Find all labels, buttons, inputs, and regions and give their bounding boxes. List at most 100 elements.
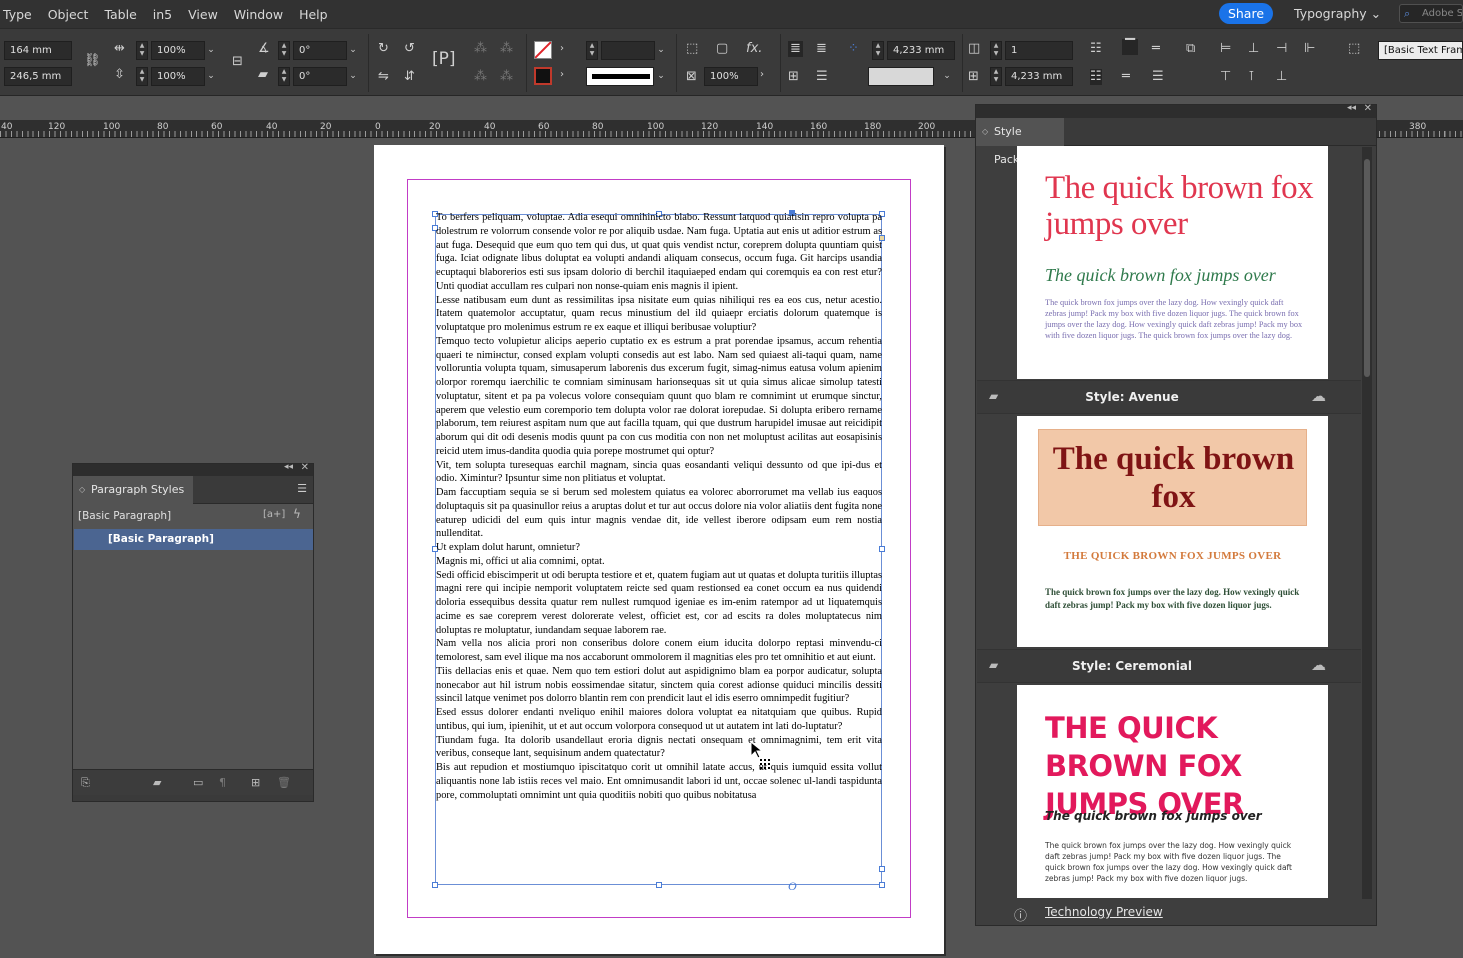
inset-field[interactable]: 4,233 mm (1005, 67, 1073, 86)
flip-horizontal-icon[interactable]: ⇋ (378, 69, 389, 85)
document-page[interactable]: To berfers peliquam, voluptae. Adia eseq… (374, 145, 944, 954)
trash-icon[interactable]: 🗑 (277, 775, 291, 791)
new-style-icon[interactable]: ⊞ (251, 775, 260, 791)
chevron-right-icon[interactable]: › (560, 41, 564, 57)
menu-view[interactable]: View (180, 7, 226, 22)
align-center-text-icon[interactable]: ≣ (816, 41, 827, 57)
scale-x-stepper[interactable]: ▲ ▼ (136, 41, 148, 60)
align-center-frame-icon[interactable]: ═ (1152, 41, 1160, 57)
align-bottom-frame-icon[interactable]: ═ (1122, 69, 1130, 85)
stroke-swatch[interactable] (534, 67, 552, 85)
rotate-field[interactable]: 0° (293, 41, 347, 60)
select-next-icon[interactable]: ⁂ (500, 69, 513, 85)
panel-title-bar[interactable]: ◂◂ ✕ (976, 103, 1376, 118)
stroke-weight-field[interactable] (601, 41, 655, 60)
tab-paragraph-styles[interactable]: ◇ Paragraph Styles (73, 476, 193, 504)
corner-shape-icon[interactable]: ▢ (716, 41, 728, 57)
text-frame-p-icon[interactable]: [P] (432, 51, 456, 68)
swatch-field[interactable] (868, 67, 934, 86)
gutter-field[interactable]: 4,233 mm (887, 41, 955, 60)
align-vertical-centers-icon[interactable]: ⊺ (1248, 69, 1255, 85)
scale-y-field[interactable]: 100% (151, 67, 205, 86)
clear-overrides-icon[interactable]: ¶ (219, 775, 226, 791)
chevron-down-icon[interactable]: ⌄ (204, 41, 218, 60)
scrollbar[interactable] (1362, 147, 1372, 899)
style-pack-preview-avenue[interactable]: The quick brown fox jumps over The quick… (1017, 146, 1328, 379)
select-previous-icon[interactable]: ⁂ (474, 69, 487, 85)
chevron-down-icon[interactable]: ⌄ (346, 41, 360, 60)
menu-object[interactable]: Object (40, 7, 97, 22)
overset-marker[interactable]: O (788, 879, 797, 894)
effects-fx-icon[interactable]: fx. (746, 41, 762, 57)
chevron-right-icon[interactable]: › (560, 67, 564, 83)
align-top-text-icon[interactable]: ≣ (788, 41, 803, 57)
stroke-weight-stepper[interactable]: ▲ ▼ (586, 41, 598, 60)
workspace-switcher[interactable]: Typography ⌄ (1294, 6, 1381, 21)
menu-in5[interactable]: in5 (145, 7, 180, 22)
style-list-item[interactable]: [Basic Paragraph] (74, 529, 313, 550)
collapse-icon[interactable]: ◂◂ (284, 462, 293, 472)
rotate-cw-icon[interactable]: ↻ (378, 41, 389, 57)
menu-help[interactable]: Help (291, 7, 336, 22)
flip-vertical-icon[interactable]: ⇵ (404, 69, 415, 85)
align-top-edges-icon[interactable]: ⊤ (1220, 69, 1231, 85)
chevron-down-icon[interactable]: ⌄ (940, 67, 954, 86)
object-style-field[interactable]: [Basic Text Frame] (1378, 41, 1463, 60)
chevron-right-icon[interactable]: › (760, 67, 764, 83)
menu-table[interactable]: Table (96, 7, 144, 22)
shear-field[interactable]: 0° (293, 67, 347, 86)
gutter-stepper[interactable]: ▲ ▼ (872, 41, 884, 60)
scale-y-stepper[interactable]: ▲ ▼ (136, 67, 148, 86)
chevron-down-icon[interactable]: ⌄ (346, 67, 360, 86)
frame-handle[interactable] (879, 866, 885, 872)
rotate-stepper[interactable]: ▲ ▼ (278, 41, 290, 60)
select-content-icon[interactable]: ⁂ (500, 41, 513, 57)
lightning-icon[interactable]: ϟ (293, 507, 301, 521)
opacity-field[interactable]: 100% (704, 67, 758, 86)
distribute-icon[interactable]: ⊩ (1304, 41, 1315, 57)
constrain-link-icon[interactable]: ⛓ (84, 53, 101, 69)
folder-icon[interactable]: ▭ (193, 775, 203, 791)
text-wrap-icon[interactable]: ⊞ (788, 69, 799, 85)
justify-frame-icon[interactable]: ☰ (1152, 69, 1164, 85)
menu-type[interactable]: Type (0, 7, 40, 22)
rotate-ccw-icon[interactable]: ↺ (404, 41, 415, 57)
align-right-edges-icon[interactable]: ⊣ (1276, 41, 1287, 57)
select-container-icon[interactable]: ⁂ (474, 41, 487, 57)
constrain-scale-icon[interactable]: ⊟ (232, 54, 243, 70)
new-style-group-icon[interactable]: [a+] (263, 509, 285, 520)
inset-stepper[interactable]: ▲ ▼ (990, 67, 1002, 86)
panel-menu-icon[interactable]: ☰ (297, 482, 307, 495)
body-text[interactable]: To berfers peliquam, voluptae. Adia eseq… (436, 211, 882, 802)
scrollbar-thumb[interactable] (1364, 159, 1370, 377)
resize-grip[interactable] (73, 795, 313, 801)
frame-handle[interactable] (432, 882, 438, 888)
close-icon[interactable]: ✕ (301, 462, 309, 473)
menu-window[interactable]: Window (226, 7, 291, 22)
search-input[interactable]: ⌕ Adobe S (1399, 4, 1463, 23)
load-styles-icon[interactable]: ⎘ (81, 775, 90, 791)
stroke-type-field[interactable] (586, 67, 654, 86)
style-pack-preview-ceremonial[interactable]: The quick brown fox THE QUICK BROWN FOX … (1017, 416, 1328, 647)
fill-none-swatch[interactable] (534, 41, 552, 59)
span-columns-icon[interactable]: ☷ (1090, 69, 1102, 85)
align-bottom-edges-icon[interactable]: ⊥ (1276, 69, 1287, 85)
balance-columns-icon[interactable]: ☷ (1090, 41, 1102, 57)
scale-x-field[interactable]: 100% (151, 41, 205, 60)
info-icon[interactable]: ⓘ (1014, 905, 1027, 924)
collapse-icon[interactable]: ◂◂ (1347, 103, 1356, 113)
cloud-download-icon[interactable]: ☁ (1311, 656, 1326, 674)
columns-field[interactable]: 1 (1005, 41, 1073, 60)
align-left-edges-icon[interactable]: ⊨ (1220, 41, 1231, 57)
align-horizontal-centers-icon[interactable]: ⊥ (1248, 41, 1259, 57)
fitting-icon[interactable]: ⬚ (686, 41, 698, 57)
new-folder-icon[interactable]: ▰ (153, 775, 161, 791)
technology-preview-link[interactable]: Technology Preview (1045, 905, 1163, 919)
auto-fit-icon[interactable]: ⧉ (1186, 41, 1195, 57)
cloud-download-icon[interactable]: ☁ (1311, 387, 1326, 405)
close-icon[interactable]: ✕ (1364, 103, 1372, 114)
chevron-down-icon[interactable]: ⌄ (654, 41, 668, 60)
x-position-field[interactable]: 164 mm (4, 41, 72, 60)
chevron-down-icon[interactable]: ⌄ (654, 67, 668, 86)
panel-title-bar[interactable]: ◂◂ ✕ (73, 462, 313, 476)
